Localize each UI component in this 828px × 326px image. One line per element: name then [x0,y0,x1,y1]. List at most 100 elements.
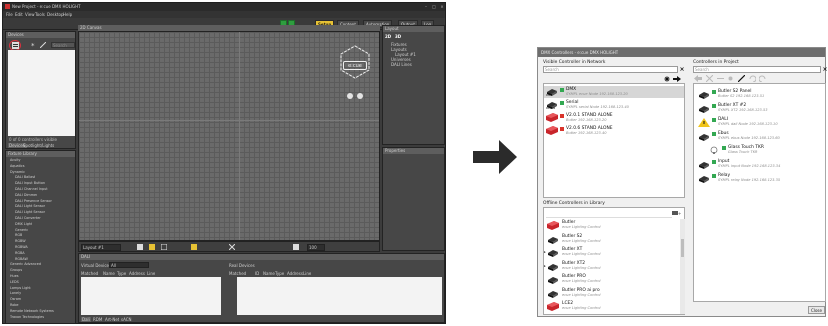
offline-scrollbar[interactable] [680,219,685,314]
wand-icon[interactable] [40,42,46,48]
devices-search-input[interactable]: Search [51,42,75,48]
offline-controller-row[interactable]: Butler PRO ecue Lighting Control [544,273,680,286]
controllers-icon[interactable] [12,42,19,49]
library-item[interactable]: Acuity [10,158,21,162]
view-2d-button[interactable]: 2D [385,34,391,39]
project-controller-row[interactable]: Butler S2 Panel Butler S2 192.168.123.51 [694,88,825,101]
library-item[interactable]: DMX Light [15,222,32,226]
move-left-icon[interactable] [694,75,702,82]
project-controller-row[interactable]: Relay SYMPL relay Node 192.168.123.35 [694,172,825,185]
menu-help[interactable]: Help [63,12,72,17]
library-item[interactable]: DALI Ballast [15,175,35,179]
close-icon[interactable]: × [439,4,445,9]
project-controller-row[interactable]: Ebus SYMPL ebus Node 192.168.123.60 [694,130,825,143]
wrench-icon[interactable] [738,75,745,82]
redo-icon[interactable] [759,75,766,82]
scan-network-icon[interactable] [664,76,670,82]
select-tool-icon[interactable] [137,244,143,250]
library-item[interactable]: RGBAW [15,257,28,261]
expand-arrow-icon[interactable]: ▸ [544,250,546,254]
offline-scroll-thumb[interactable] [681,239,684,257]
layout-select[interactable]: Layout #1 [81,244,121,251]
library-item[interactable]: Generic Advanced [10,262,41,266]
controller-device-icon [699,92,709,99]
library-item[interactable]: LEDS [10,280,19,284]
tab-dali[interactable]: Dali [81,317,91,322]
library-item[interactable]: DALI Light Sensor [15,210,45,214]
network-controller-row[interactable]: RS-232 Serial SYMPL serial Node 192.168.12… [544,99,684,111]
menu-view[interactable]: View [25,12,35,17]
tab-sacn[interactable]: sACN [121,317,132,322]
library-item[interactable]: Lamps Light [10,286,31,290]
network-search-input[interactable]: Search [543,66,678,73]
network-controller-row[interactable]: V2.0.6 STAND ALONE Butler 192.168.123.40 [544,125,684,137]
library-item[interactable]: RGBWA [15,245,28,249]
project-controller-row[interactable]: Butler XT #2 SYMPL XT2 192.168.123.53 [694,102,825,115]
undo-icon[interactable] [749,75,756,82]
clear-project-search-icon[interactable]: × [822,66,828,73]
library-item[interactable]: RGBA [15,251,25,255]
grid-tool-icon[interactable] [161,244,167,250]
add-to-project-icon[interactable] [673,76,681,82]
network-controller-row[interactable]: DMX DMX SYMPL ecue Node 192.168.123.20 [544,86,684,98]
canvas-nav-pan-icon[interactable] [357,93,363,99]
zoom-input[interactable]: 100 [307,244,325,251]
project-controller-row[interactable]: DALI SYMPL dali Node 192.168.123.10 [694,116,825,129]
library-item[interactable]: DALI Dimmer [15,193,37,197]
delete-icon[interactable] [229,244,235,250]
offline-controller-row[interactable]: Butler PRO ai pro ecue Lighting Control [544,287,680,300]
fixture-tool-icon[interactable] [149,244,155,250]
align-icon[interactable] [293,244,299,250]
library-item[interactable]: Aquatics [10,164,25,168]
library-item[interactable]: Lonely [10,291,21,295]
offline-controller-row[interactable]: Butler S2 ecue Lighting Control [544,233,680,246]
library-item[interactable]: Dynamic [10,170,25,174]
library-item[interactable]: Robe [10,303,19,307]
clear-search-icon[interactable]: × [679,66,685,73]
minimize-icon[interactable]: – [423,4,429,9]
asterisk-icon[interactable]: * [31,42,37,48]
offline-controller-row[interactable]: ▸ Butler XT2 ecue Lighting Control [544,260,680,273]
offline-controller-row[interactable]: LCE2 ecue Lighting Control [544,300,680,313]
library-item[interactable]: DALI Light Sensor [15,204,45,208]
library-item[interactable]: Generic [15,228,28,232]
remove-icon[interactable] [706,75,713,82]
library-item[interactable]: Remote Network Systems [10,309,54,313]
library-item[interactable]: RGB [15,233,22,237]
library-item[interactable]: RGBW [15,239,26,243]
tree-dali-lines[interactable]: DALI Lines [391,62,412,67]
offline-controller-row[interactable]: ▸ Butler XT ecue Lighting Control [544,246,680,259]
minus-icon[interactable] [717,75,724,82]
add-icon[interactable] [191,244,197,250]
library-item[interactable]: Traxon Technologies [10,315,44,319]
library-item[interactable]: Hues [10,274,19,278]
library-item[interactable]: DALI Presence Sensor [15,199,52,203]
project-controller-row[interactable]: Glass Touch TKR Glass Touch TKR [694,144,825,157]
maximize-icon[interactable]: □ [431,4,437,9]
library-add-icon[interactable]: + [672,210,682,216]
project-search-input[interactable]: Search [693,66,821,73]
menu-edit[interactable]: Edit [15,12,23,17]
status-indicator [722,146,726,150]
library-item[interactable]: Osram [10,297,21,301]
canvas-nav-zoom-icon[interactable] [347,93,353,99]
close-button[interactable]: Close [808,306,825,314]
tab-spotlight[interactable]: Spotlight/Lights [23,143,54,148]
menu-tools[interactable]: Tools [35,12,45,17]
tab-artnet[interactable]: Art-Net [105,317,119,322]
2d-canvas[interactable] [78,31,380,241]
library-item[interactable]: DALI Input Button [15,181,45,185]
view-3d-button[interactable]: 3D [395,34,401,39]
virtual-devices-select[interactable]: All [109,262,149,268]
tab-rdm[interactable]: RDM [93,317,102,322]
menu-file[interactable]: File [6,12,13,17]
network-controller-row[interactable]: V2.0.1 STAND ALONE Butler 192.168.123.20 [544,112,684,124]
library-item[interactable]: DALI Channel Input [15,187,48,191]
offline-controller-row[interactable]: Butler ecue Lighting Control [544,219,680,232]
expand-arrow-icon[interactable]: ▸ [544,264,546,268]
scan-icon[interactable] [727,75,734,82]
project-controller-row[interactable]: Input SYMPL input Node 192.168.123.34 [694,158,825,171]
library-item[interactable]: DALI Converter [15,216,41,220]
library-item[interactable]: Groups [10,268,22,272]
menu-desktop[interactable]: Desktop [47,12,64,17]
